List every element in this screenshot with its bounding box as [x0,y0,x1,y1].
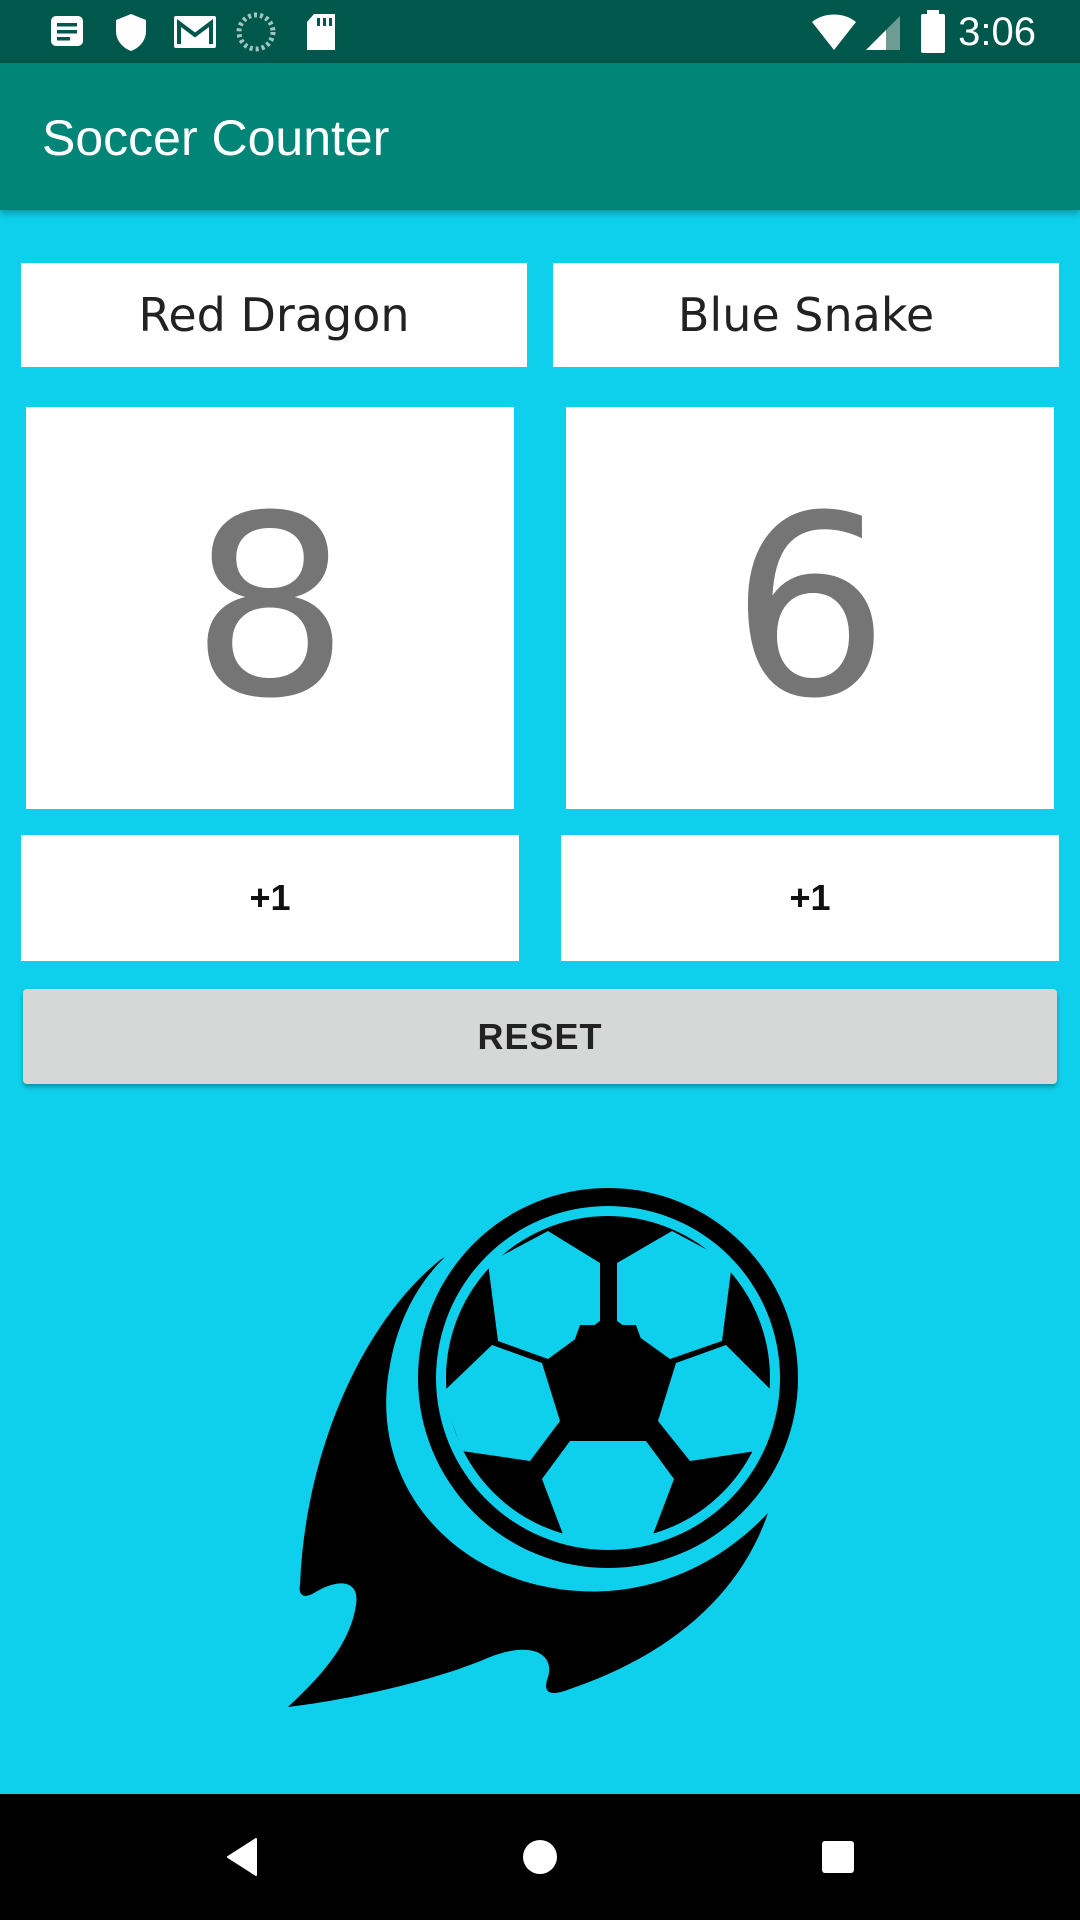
recents-icon [822,1841,854,1873]
notes-icon [51,16,83,46]
status-bar: 3:06 [0,0,1080,63]
back-button[interactable] [202,1817,282,1897]
navigation-bar [0,1794,1080,1920]
team-name-blue-snake: Blue Snake [553,263,1059,367]
reset-button[interactable]: RESET [23,989,1057,1084]
score-red-dragon: 8 [26,407,514,809]
team-name-red-dragon: Red Dragon [21,263,527,367]
wifi-icon [812,14,856,50]
home-icon [523,1840,557,1874]
home-button[interactable] [500,1817,580,1897]
sd-card-icon [307,14,335,50]
soccer-ball-flame-icon [288,1188,798,1707]
gmail-icon [174,16,216,48]
signal-icon [866,16,900,50]
score-blue-snake: 6 [566,407,1054,809]
recents-button[interactable] [798,1817,878,1897]
add-point-red-dragon-button[interactable]: +1 [21,835,519,961]
sync-icon [236,12,276,52]
status-time: 3:06 [958,10,1036,54]
add-point-blue-snake-button[interactable]: +1 [561,835,1059,961]
app-bar: Soccer Counter [0,63,1080,210]
shield-icon [116,14,146,51]
back-icon [227,1838,257,1876]
battery-icon [921,10,945,53]
app-title: Soccer Counter [42,110,390,166]
